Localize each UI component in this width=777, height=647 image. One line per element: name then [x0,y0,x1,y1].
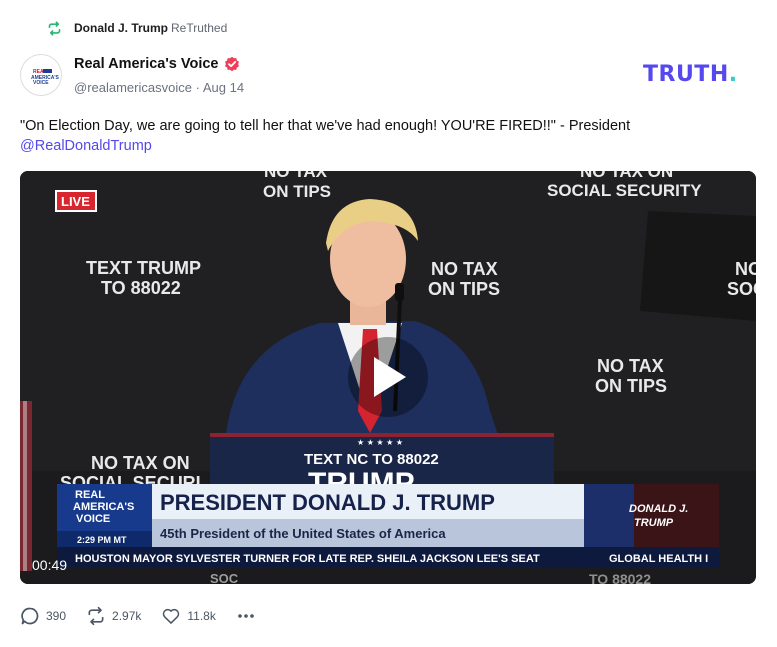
post-text: "On Election Day, we are going to tell h… [20,116,750,156]
podium-stars: ★ ★ ★ ★ ★ [357,438,403,447]
live-badge: LIVE [55,190,97,212]
promo-line-2: TRUMP [634,517,674,529]
sign-top-center-1: NO TAX [264,171,328,181]
sign-center-2: ON TIPS [428,279,500,299]
truth-logo[interactable]: TRUTH. [643,62,738,87]
author-block: Real America's Voice @realamericasvoice … [74,55,244,95]
sign-bottom-1: SOC [210,571,239,584]
verified-badge-icon [224,56,239,72]
play-icon[interactable] [348,337,428,417]
truth-logo-text: TRUTH [643,62,729,87]
author-handle[interactable]: @realamericasvoice [74,80,192,95]
video-timestamp: 00:49 [32,557,67,573]
meta-separator: · [195,80,200,95]
network-line-3: VOICE [76,513,110,525]
sign-far-right-1: NO [735,259,756,279]
sign-top-center-2: ON TIPS [263,182,331,201]
network-line-2: AMERICA'S [73,501,134,513]
subhead: 45th President of the United States of A… [160,526,446,541]
like-count: 11.8k [187,609,216,623]
heart-icon [163,608,180,624]
post-date[interactable]: Aug 14 [203,80,244,95]
retruth-icon [48,20,61,36]
sign-bottom-2: TO 88022 [589,571,651,584]
truth-logo-dot: . [728,62,738,87]
mention-link[interactable]: @RealDonaldTrump [20,136,750,156]
sign-right-2: ON TIPS [595,376,667,396]
more-button[interactable] [236,606,256,626]
retruth-header: Donald J. Trump ReTruthed [47,18,227,38]
sign-right-1: NO TAX [597,356,664,376]
broadcast-time: 2:29 PM MT [77,535,127,545]
author-name-link[interactable]: Real America's Voice [74,56,219,72]
promo-line-1: DONALD J. [629,503,688,515]
avatar-text-3: VOICE [33,80,49,86]
retruth-label: ReTruthed [171,21,228,35]
network-line-1: REAL [75,489,105,501]
sign-top-right-1: NO TAX ON [580,171,673,181]
more-icon [238,614,254,618]
sign-center-1: NO TAX [431,259,498,279]
live-badge-text: LIVE [61,194,90,209]
reply-icon [21,607,39,625]
podium-text: TEXT NC TO 88022 [304,451,439,468]
sign-left-2: TO 88022 [101,278,181,298]
author-avatar[interactable]: REAL AMERICA'S VOICE [20,54,62,96]
sign-far-right-2: SOCI [727,279,756,299]
headline: PRESIDENT DONALD J. TRUMP [160,490,495,515]
retruth-button[interactable]: 2.97k [86,606,141,626]
retruth-count: 2.97k [112,609,142,623]
video-player[interactable]: NO TAX ON TIPS NO TAX ON SOCIAL SECURITY… [20,171,756,584]
reply-count: 390 [46,609,67,623]
reply-button[interactable]: 390 [20,606,66,626]
retruth-icon [88,606,104,626]
action-bar: 390 2.97k 11.8k [20,606,276,626]
post-body: "On Election Day, we are going to tell h… [20,118,631,134]
sign-top-right-2: SOCIAL SECURITY [547,181,702,200]
sign-bottom-left-1: NO TAX ON [91,453,190,473]
like-button[interactable]: 11.8k [161,606,216,626]
ticker-text: HOUSTON MAYOR SYLVESTER TURNER FOR LATE … [75,553,540,565]
sign-left-1: TEXT TRUMP [86,258,201,278]
lower-third: REAL AMERICA'S VOICE 2:29 PM MT PRESIDEN… [57,484,719,567]
ticker-right: GLOBAL HEALTH I [609,553,708,565]
retruth-user-link[interactable]: Donald J. Trump [74,21,168,35]
